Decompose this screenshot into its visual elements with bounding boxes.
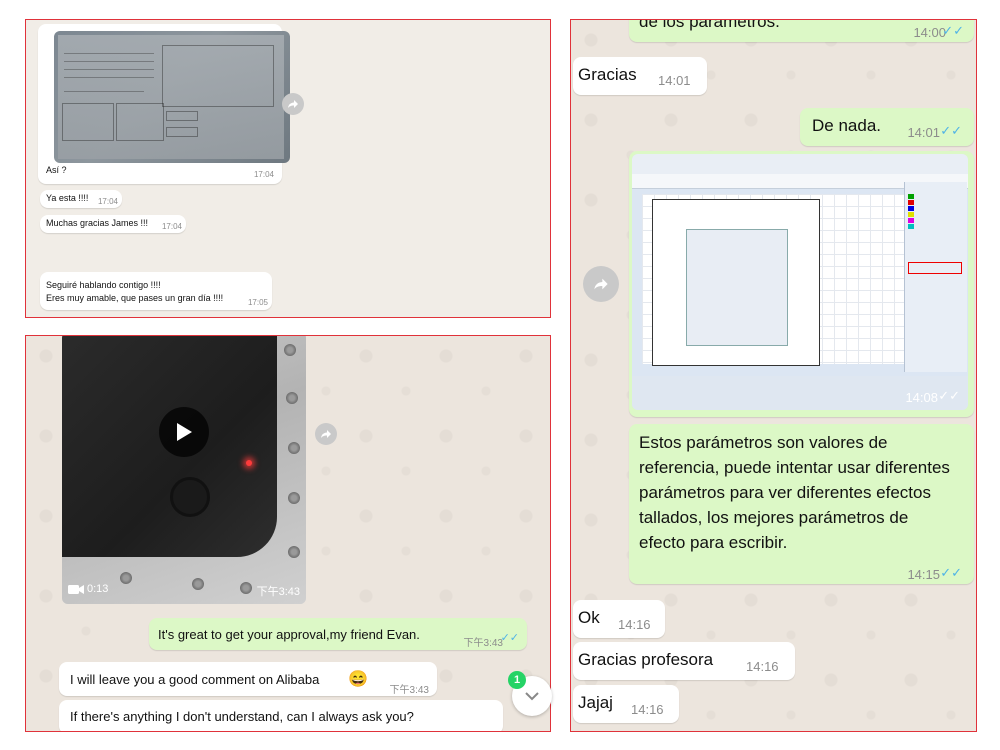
message-time: 14:01 (907, 125, 940, 140)
message-time: 14:01 (658, 73, 691, 88)
message-text: Ya esta !!!! (46, 193, 89, 203)
forward-button[interactable] (583, 266, 619, 302)
message-text: Estos parámetros son valores de referenc… (639, 433, 950, 552)
video-camera-icon (68, 585, 84, 594)
message-text: Ok (578, 608, 600, 627)
message-time: 下午3:43 (463, 638, 503, 649)
message-time: 17:04 (97, 197, 118, 206)
message-text: Jajaj (578, 693, 613, 712)
message-text: Así ? (46, 165, 67, 175)
message-bubble: If there's anything I don't understand, … (59, 700, 503, 731)
message-bubble: Ok 14:16 (573, 600, 665, 638)
read-ticks-icon: ✓✓ (940, 123, 962, 138)
message-time: 14:00 (913, 25, 946, 40)
message-bubble: Gracias 14:01 (573, 57, 707, 95)
unread-count-badge: 1 (508, 671, 526, 689)
message-text: De nada. (812, 116, 881, 135)
message-text: Gracias (578, 65, 637, 84)
message-time: 14:16 (618, 617, 651, 632)
message-text: Seguiré hablando contigo !!!! Eres muy a… (46, 280, 224, 303)
message-time: 下午3:43 (389, 685, 429, 696)
grinning-emoji-icon: 😄 (348, 671, 368, 688)
message-text: Muchas gracias James !!! (46, 218, 149, 228)
message-text: I will leave you a good comment on Aliba… (70, 672, 320, 687)
forward-icon (288, 100, 298, 108)
message-time: 14:16 (746, 659, 779, 674)
message-text: de los parámetros. (639, 19, 780, 31)
forward-button[interactable] (315, 423, 337, 445)
message-time: 14:16 (631, 702, 664, 717)
read-ticks-icon: ✓✓ (938, 388, 960, 403)
message-time: 17:04 (253, 170, 274, 179)
message-text: Gracias profesora (578, 650, 714, 669)
message-bubble: Gracias profesora 14:16 (573, 642, 795, 680)
message-bubble: I will leave you a good comment on Aliba… (59, 662, 437, 696)
message-time: 17:05 (247, 298, 268, 307)
message-bubble: Ya esta !!!! 17:04 (40, 190, 122, 208)
message-bubble: Muchas gracias James !!! 17:04 (40, 215, 186, 233)
video-time: 下午3:43 (256, 586, 300, 598)
message-bubble: de los parámetros. 14:00 ✓✓ (629, 19, 974, 42)
chat-panel-english: 0:13 下午3:43 It's great to get your appro… (25, 335, 551, 732)
message-time: 14:15 (907, 567, 940, 582)
read-ticks-icon: ✓✓ (942, 23, 964, 38)
image-message[interactable]: 14:08 ✓✓ (629, 151, 974, 417)
laser-dot (246, 460, 252, 466)
software-photo[interactable] (54, 31, 290, 163)
forward-button[interactable] (282, 93, 304, 115)
chevron-down-icon (525, 692, 539, 701)
message-text: If there's anything I don't understand, … (70, 709, 414, 724)
video-duration: 0:13 (87, 583, 109, 595)
read-ticks-icon: ✓✓ (940, 565, 962, 580)
message-bubble: De nada. 14:01 ✓✓ (800, 108, 974, 146)
read-ticks-icon: ✓✓ (500, 632, 519, 644)
video-message[interactable]: 0:13 下午3:43 (62, 336, 306, 604)
forward-icon (321, 430, 331, 438)
software-screenshot[interactable]: 14:08 ✓✓ (632, 154, 968, 410)
play-button[interactable] (159, 407, 209, 457)
image-time: 14:08 (905, 390, 938, 405)
message-text: It's great to get your approval,my frien… (158, 627, 420, 642)
message-bubble: It's great to get your approval,my frien… (149, 618, 527, 650)
message-time: 17:04 (161, 222, 182, 231)
image-message[interactable]: Así ? 17:04 (38, 24, 290, 184)
play-icon (177, 423, 192, 441)
message-bubble: Seguiré hablando contigo !!!! Eres muy a… (40, 272, 272, 310)
chat-panel-spanish-1: Así ? 17:04 Ya esta !!!! 17:04 Muchas gr… (25, 19, 551, 318)
chat-panel-spanish-2: de los parámetros. 14:00 ✓✓ Gracias 14:0… (570, 19, 977, 732)
message-bubble: Jajaj 14:16 (573, 685, 679, 723)
forward-icon (594, 278, 608, 290)
message-bubble: Estos parámetros son valores de referenc… (629, 424, 974, 584)
